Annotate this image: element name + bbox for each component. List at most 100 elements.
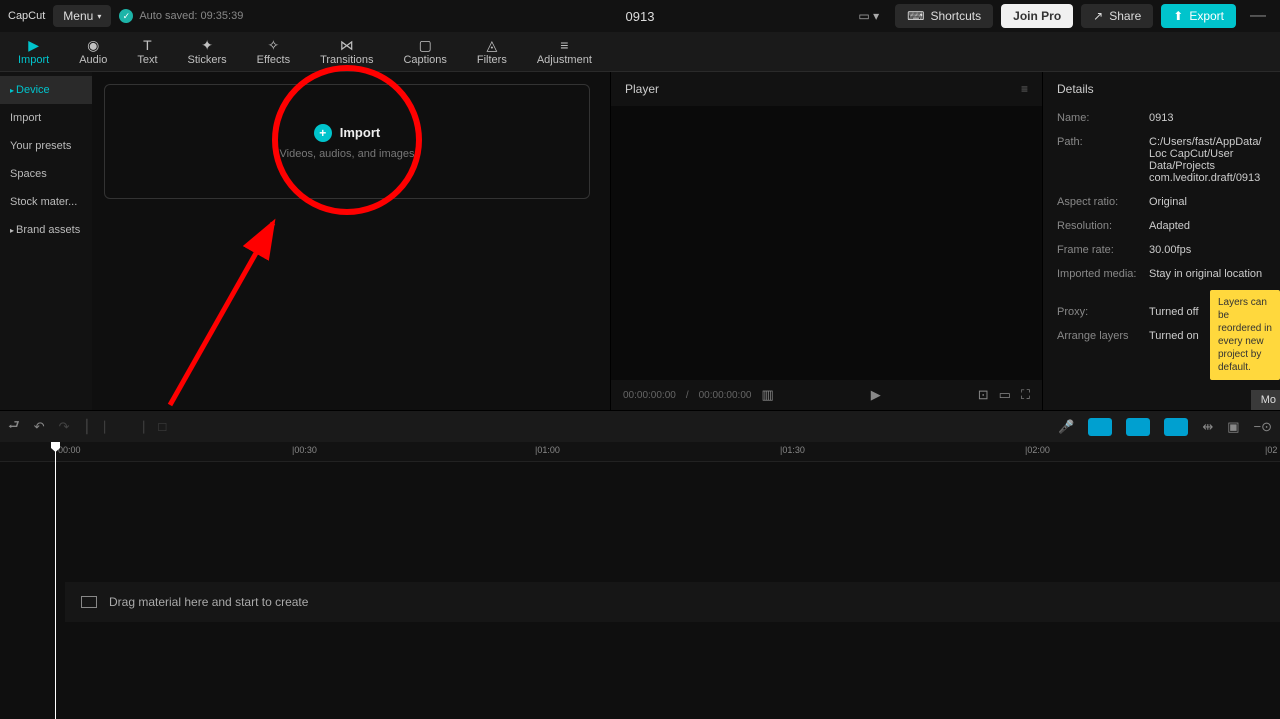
timeline-drop-hint[interactable]: Drag material here and start to create	[65, 582, 1280, 622]
drop-hint-text: Drag material here and start to create	[109, 595, 308, 609]
play-icon[interactable]: ▶	[871, 387, 881, 403]
ruler-tick: |01:30	[780, 445, 805, 455]
join-pro-button[interactable]: Join Pro	[1001, 4, 1073, 28]
sidebar-item-stock[interactable]: Stock mater...	[0, 188, 92, 216]
tab-adjustment[interactable]: ≡ Adjustment	[523, 36, 606, 68]
detail-row-aspect: Aspect ratio: Original	[1043, 190, 1280, 214]
time-total: 00:00:00:00	[699, 390, 752, 401]
zoom-out-icon[interactable]: −⊙	[1254, 419, 1272, 435]
magnet-on-icon[interactable]	[1088, 418, 1112, 436]
quality-icon[interactable]: ▥	[761, 387, 773, 403]
detail-row-imported: Imported media: Stay in original locatio…	[1043, 262, 1280, 286]
cover-icon[interactable]: ▣	[1227, 419, 1239, 435]
menu-button[interactable]: Menu ▾	[53, 5, 111, 27]
ruler-tick: |02	[1265, 445, 1277, 455]
chevron-down-icon: ▾	[97, 12, 101, 21]
detail-row-name: Name: 0913	[1043, 106, 1280, 130]
player-controls: 00:00:00:00 / 00:00:00:00 ▥ ▶ ⊡ ▭ ⛶	[611, 380, 1042, 410]
keyboard-icon: ⌨	[907, 9, 924, 23]
import-box[interactable]: + Import Videos, audios, and images	[104, 84, 590, 199]
transitions-icon: ⋈	[340, 38, 354, 52]
ruler-tick: |01:00	[535, 445, 560, 455]
import-subtitle: Videos, audios, and images	[280, 148, 415, 160]
ruler-tick: |00:30	[292, 445, 317, 455]
tab-audio[interactable]: ◉ Audio	[65, 36, 121, 68]
undo-icon[interactable]: ↶	[34, 419, 45, 435]
timeline-ruler[interactable]: 00:00 |00:30 |01:00 |01:30 |02:00 |02	[0, 442, 1280, 462]
import-title: Import	[340, 125, 380, 140]
project-title: 0913	[626, 9, 655, 24]
tab-import[interactable]: ▶ Import	[4, 36, 63, 68]
tab-filters[interactable]: ◬ Filters	[463, 36, 521, 68]
shortcuts-button[interactable]: ⌨ Shortcuts	[895, 4, 993, 28]
share-icon: ↗	[1093, 9, 1103, 23]
detail-row-path: Path: C:/Users/fast/AppData/Loc CapCut/U…	[1043, 130, 1280, 190]
tab-stickers[interactable]: ✦ Stickers	[174, 36, 241, 68]
topbar-right: ▭ ▾ ⌨ Shortcuts Join Pro ↗ Share ⬆ Expor…	[850, 4, 1272, 28]
filters-icon: ◬	[486, 38, 497, 52]
sidebar-item-import[interactable]: Import	[0, 104, 92, 132]
details-title: Details	[1057, 82, 1094, 96]
film-icon	[81, 596, 97, 608]
sidebar-item-spaces[interactable]: Spaces	[0, 160, 92, 188]
autosave-text: Auto saved: 09:35:39	[139, 10, 243, 22]
player-title: Player	[625, 82, 659, 96]
mic-icon[interactable]: 🎤	[1058, 419, 1074, 435]
media-area: + Import Videos, audios, and images	[92, 72, 610, 410]
detail-row-fps: Frame rate: 30.00fps	[1043, 238, 1280, 262]
stickers-icon: ✦	[201, 38, 213, 52]
captions-icon: ▢	[419, 38, 432, 52]
tab-transitions[interactable]: ⋈ Transitions	[306, 36, 387, 68]
sidebar: Device Import Your presets Spaces Stock …	[0, 72, 92, 410]
tool-tabs: ▶ Import ◉ Audio T Text ✦ Stickers ✧ Eff…	[0, 32, 1280, 72]
redo-icon[interactable]: ↷	[59, 419, 70, 435]
time-current: 00:00:00:00	[623, 390, 676, 401]
modify-button[interactable]: Mo	[1251, 390, 1280, 410]
plus-icon: +	[314, 124, 332, 142]
adjustment-icon: ≡	[560, 38, 568, 52]
export-button[interactable]: ⬆ Export	[1161, 4, 1236, 28]
minimize-icon[interactable]: —	[1244, 7, 1272, 25]
tooltip-layers: Layers can be reordered in every new pro…	[1210, 290, 1280, 380]
align-icon[interactable]: ⇹	[1202, 419, 1213, 435]
sidebar-item-presets[interactable]: Your presets	[0, 132, 92, 160]
ruler-tick: 00:00	[58, 445, 81, 455]
delete-left-icon[interactable]: ⎸	[104, 419, 117, 435]
ruler-tick: |02:00	[1025, 445, 1050, 455]
ratio-icon[interactable]: ▭	[999, 387, 1011, 403]
menu-label: Menu	[63, 9, 93, 23]
preview-icon[interactable]	[1164, 418, 1188, 436]
effects-icon: ✧	[267, 38, 279, 52]
sidebar-item-brand[interactable]: Brand assets	[0, 216, 92, 244]
hamburger-icon[interactable]: ≡	[1021, 82, 1028, 96]
tab-captions[interactable]: ▢ Captions	[389, 36, 460, 68]
sidebar-item-device[interactable]: Device	[0, 76, 92, 104]
time-sep: /	[686, 390, 689, 401]
check-icon: ✓	[119, 9, 133, 23]
timeline-toolbar: ⮐ ↶ ↷ ⎮ ⎸ ⎹ □ 🎤 ⇹ ▣ −⊙	[0, 410, 1280, 442]
player-viewport[interactable]	[611, 106, 1042, 380]
aspect-ratio-icon[interactable]: ▭ ▾	[850, 5, 887, 27]
details-header: Details	[1043, 72, 1280, 106]
delete-icon[interactable]: □	[158, 419, 166, 434]
app-name: CapCut	[8, 10, 45, 22]
fullscreen-icon[interactable]: ⛶	[1021, 387, 1030, 403]
timeline[interactable]: 00:00 |00:30 |01:00 |01:30 |02:00 |02 Dr…	[0, 442, 1280, 719]
details-panel: Details Name: 0913 Path: C:/Users/fast/A…	[1042, 72, 1280, 410]
link-icon[interactable]	[1126, 418, 1150, 436]
tab-text[interactable]: T Text	[123, 36, 171, 68]
topbar-left: CapCut Menu ▾ ✓ Auto saved: 09:35:39	[8, 5, 243, 27]
delete-right-icon[interactable]: ⎹	[131, 419, 144, 435]
import-title-row: + Import	[314, 124, 380, 142]
split-icon[interactable]: ⎮	[84, 419, 91, 435]
player-header: Player ≡	[611, 72, 1042, 106]
player-panel: Player ≡ 00:00:00:00 / 00:00:00:00 ▥ ▶ ⊡…	[610, 72, 1042, 410]
tab-effects[interactable]: ✧ Effects	[243, 36, 304, 68]
share-button[interactable]: ↗ Share	[1081, 4, 1153, 28]
crop-icon[interactable]: ⊡	[978, 387, 989, 403]
pointer-icon[interactable]: ⮐	[8, 416, 20, 438]
playhead[interactable]	[55, 442, 56, 719]
main-row: Device Import Your presets Spaces Stock …	[0, 72, 1280, 410]
export-icon: ⬆	[1173, 9, 1183, 23]
detail-row-resolution: Resolution: Adapted	[1043, 214, 1280, 238]
